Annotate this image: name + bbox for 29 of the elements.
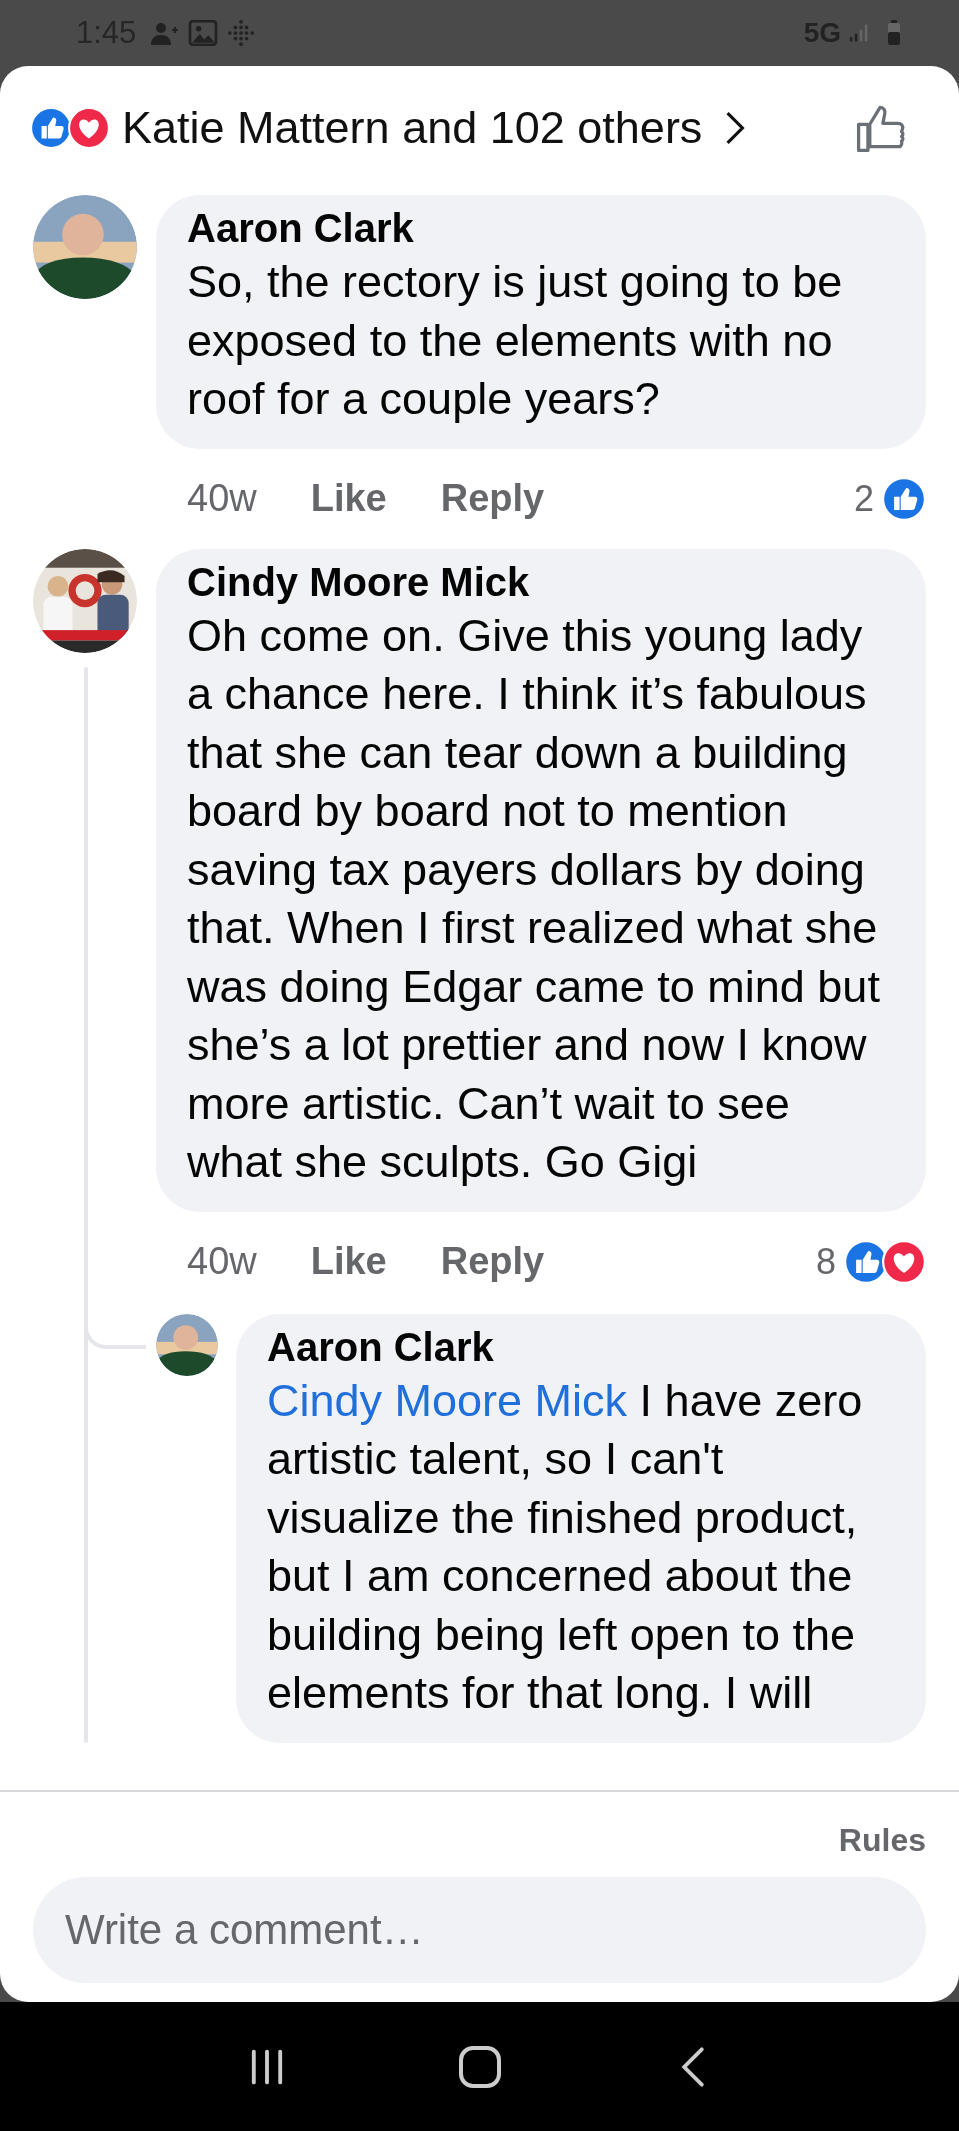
rules-link[interactable]: Rules [838, 1822, 926, 1859]
comment-action-link[interactable]: Like [310, 477, 387, 520]
author-name[interactable]: Aaron Clark [187, 203, 895, 253]
heart-reaction-icon [68, 107, 110, 149]
image-icon [188, 20, 219, 46]
comment-text: Cindy Moore Mick I have zero artistic talent, so I can't visualize the finished product, but I am concerned about the building being left open to the elements for that long. I will [267, 1373, 864, 1720]
comment-action-link[interactable]: Like [310, 1240, 387, 1283]
comment-time: 40w [187, 1240, 257, 1283]
reactions-summary[interactable]: Katie Mattern and 102 others [122, 102, 703, 154]
comment-text: Oh come on. Give this young lady a chance here. I think it’s fabulous that she can tear down a building board by board not to mention saving tax payers dollars by doing that. When I first realized what she was doing Edgar came to mind but she’s a lot prettier and now I know more artistic. Can’t wait to see what she sculpts. Go Gigi [187, 608, 881, 1189]
comment-text: So, the rectory is just going to be exposed to the elements with no roof for a couple years? [187, 255, 844, 426]
home-icon[interactable] [457, 2044, 502, 2089]
dots-grid-icon [226, 20, 257, 46]
like-reaction-icon [30, 107, 72, 149]
mention-link[interactable]: Cindy Moore Mick [267, 1374, 628, 1426]
author-name[interactable]: Cindy Moore Mick [187, 556, 895, 607]
reaction-count: 8 [815, 1240, 836, 1283]
comment-action-link[interactable]: Reply [440, 477, 545, 520]
heart-reaction-icon [882, 1239, 926, 1284]
person-add-icon [150, 20, 181, 46]
comment-time: 40w [187, 477, 257, 520]
signal-icon [849, 23, 869, 43]
author-name[interactable]: Aaron Clark [267, 1321, 895, 1372]
like-reaction-icon [882, 476, 926, 521]
comment-action-link[interactable]: Reply [440, 1240, 545, 1283]
comment-field[interactable]: Write a comment… [33, 1877, 926, 1983]
battery-icon [887, 20, 901, 46]
chevron-right-icon[interactable] [724, 110, 747, 146]
reaction-count: 2 [853, 477, 874, 520]
